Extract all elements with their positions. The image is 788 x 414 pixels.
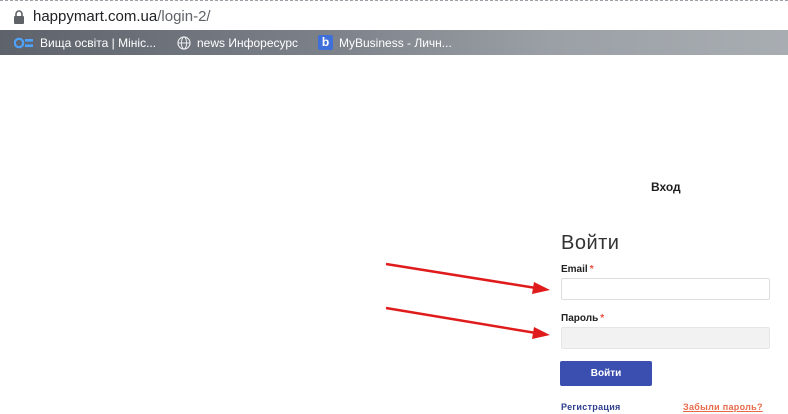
arrow-to-password-field (385, 306, 550, 339)
password-label: Пароль * (561, 313, 604, 324)
url-host: happymart.com.ua (33, 8, 158, 25)
annotation-arrows (385, 262, 550, 339)
password-label-text: Пароль (561, 313, 599, 324)
url-path: /login-2/ (157, 8, 211, 25)
forgot-password-link[interactable]: Забыли пароль? (683, 402, 763, 412)
email-label-text: Email (561, 264, 588, 275)
form-heading: Войти (561, 232, 620, 254)
lock-icon[interactable] (13, 10, 25, 24)
bookmark-label: Вища освіта | Мініс... (40, 35, 157, 50)
mybusiness-icon: b (318, 35, 333, 50)
login-button[interactable]: Войти (560, 361, 652, 386)
arrow-to-email-field (385, 262, 550, 294)
bookmarks-bar: Вища освіта | Мініс... news Инфоресурс b… (0, 30, 788, 55)
required-mark: * (589, 264, 594, 275)
address-bar[interactable]: happymart.com.ua/login-2/ (0, 2, 788, 30)
required-mark: * (600, 313, 605, 324)
password-field[interactable] (561, 327, 770, 349)
window-top-border (0, 0, 788, 1)
bookmark-label: MyBusiness - Личн... (339, 35, 452, 50)
bookmark-label: news Инфоресурс (197, 35, 299, 50)
bookmark-vyshcha-osvita[interactable]: Вища освіта | Мініс... (14, 33, 156, 52)
page-title: Вход (651, 180, 681, 194)
register-link[interactable]: Регистрация (561, 402, 621, 412)
osvita-icon (14, 37, 33, 48)
email-field[interactable] (561, 278, 770, 300)
bookmark-mybusiness[interactable]: b MyBusiness - Личн... (318, 33, 452, 52)
email-label: Email * (561, 264, 594, 275)
url-text[interactable]: happymart.com.ua/login-2/ (33, 8, 211, 25)
bookmark-news-inforesurs[interactable]: news Инфоресурс (177, 33, 298, 52)
globe-icon (177, 35, 191, 50)
